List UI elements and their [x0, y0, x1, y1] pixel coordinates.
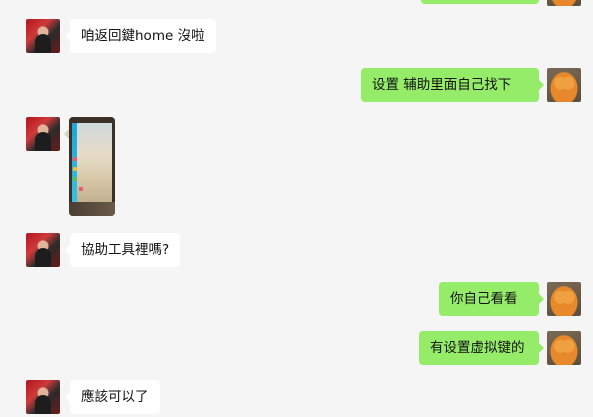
message-bubble-outgoing-partial[interactable]: [421, 0, 539, 4]
my-avatar[interactable]: [547, 68, 581, 102]
app-icon: [79, 187, 83, 191]
message-bubble-outgoing[interactable]: 有设置虚拟键的: [419, 331, 544, 365]
message-bubble-incoming[interactable]: 協助工具裡嗎?: [64, 233, 181, 267]
message-bubble-incoming[interactable]: 應該可以了: [65, 380, 160, 414]
image-table-surface: [69, 202, 115, 216]
my-avatar[interactable]: [547, 0, 581, 6]
app-icon: [73, 167, 77, 171]
contact-avatar[interactable]: [26, 19, 60, 53]
message-bubble-outgoing[interactable]: 你自己看看: [439, 282, 544, 316]
phone-screen-image: [72, 123, 112, 203]
contact-avatar[interactable]: [26, 233, 60, 267]
image-message-thumbnail[interactable]: [69, 117, 115, 216]
contact-avatar[interactable]: [26, 380, 60, 414]
app-icon: [73, 157, 77, 161]
message-bubble-incoming[interactable]: 咱返回鍵home 沒啦: [65, 19, 216, 53]
app-icon: [73, 177, 77, 181]
my-avatar[interactable]: [547, 282, 581, 316]
contact-avatar[interactable]: [26, 117, 60, 151]
my-avatar[interactable]: [547, 331, 581, 365]
message-bubble-outgoing[interactable]: 设置 辅助里面自己找下: [361, 68, 544, 102]
